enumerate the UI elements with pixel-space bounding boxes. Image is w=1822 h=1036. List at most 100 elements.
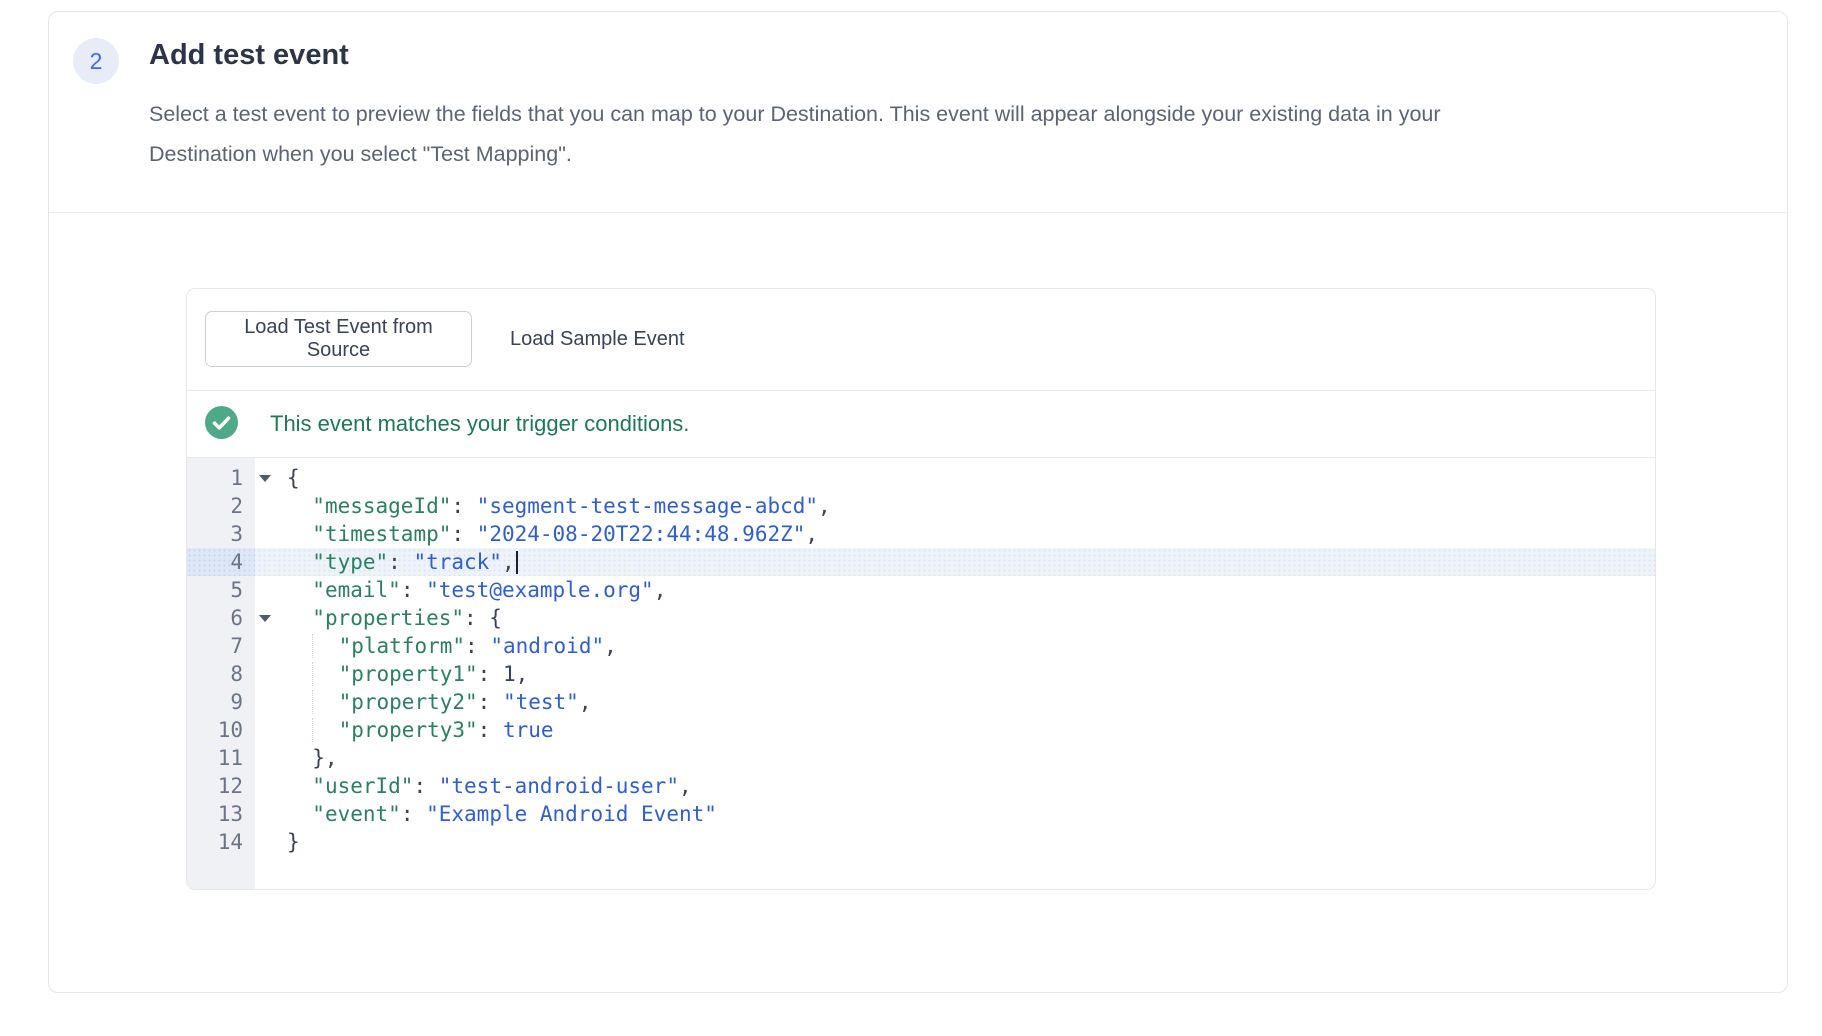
code-token: 1 [503, 662, 516, 686]
line-number: 10 [187, 716, 255, 744]
code-token: , [579, 690, 592, 714]
code-token: : [401, 578, 426, 602]
code-token: , [679, 774, 692, 798]
code-token: , [516, 662, 529, 686]
code-token: "properties" [312, 606, 464, 630]
code-token: "track" [413, 550, 502, 574]
code-token: "userId" [312, 774, 413, 798]
code-token [287, 690, 312, 714]
code-line[interactable]: 6 "properties": { [187, 604, 1655, 632]
code-line[interactable]: 3 "timestamp": "2024-08-20T22:44:48.962Z… [187, 520, 1655, 548]
description-line-2: Destination when you select "Test Mappin… [149, 134, 1441, 174]
code-line[interactable]: 7 "platform": "android", [187, 632, 1655, 660]
code-line[interactable]: 14} [187, 828, 1655, 856]
code-token: , [604, 634, 617, 658]
line-number: 3 [187, 520, 255, 548]
code-token [287, 606, 312, 630]
code-token: "test" [503, 690, 579, 714]
code-token [312, 718, 338, 742]
code-token: true [503, 718, 554, 742]
text-cursor [516, 551, 518, 574]
code-token: { [287, 466, 300, 490]
line-number: 1 [187, 464, 255, 492]
line-number: 4 [187, 548, 255, 576]
line-number: 11 [187, 744, 255, 772]
code-token: "test@example.org" [426, 578, 654, 602]
test-event-panel: Load Test Event from Source Load Sample … [186, 288, 1656, 890]
code-line[interactable]: 4 "type": "track", [187, 548, 1655, 576]
code-token: : [478, 662, 503, 686]
code-token: : { [464, 606, 502, 630]
code-token [312, 634, 338, 658]
step-number-badge: 2 [73, 38, 119, 84]
code-token: "2024-08-20T22:44:48.962Z" [477, 522, 806, 546]
json-code-editor[interactable]: 1{2 "messageId": "segment-test-message-a… [187, 458, 1655, 889]
code-line[interactable]: 1{ [187, 464, 1655, 492]
fold-toggle-icon[interactable] [259, 475, 271, 482]
code-token: "timestamp" [312, 522, 451, 546]
code-token [312, 662, 338, 686]
code-text: "messageId": "segment-test-message-abcd"… [255, 492, 831, 520]
code-token: "test-android-user" [439, 774, 679, 798]
line-number: 8 [187, 660, 255, 688]
line-number: 5 [187, 576, 255, 604]
code-token: : [388, 550, 413, 574]
line-number: 14 [187, 828, 255, 856]
status-message: This event matches your trigger conditio… [270, 391, 689, 457]
code-token: "property1" [339, 662, 478, 686]
code-token: "android" [490, 634, 604, 658]
page-title: Add test event [149, 39, 349, 72]
code-line[interactable]: 5 "email": "test@example.org", [187, 576, 1655, 604]
code-line[interactable]: 12 "userId": "test-android-user", [187, 772, 1655, 800]
code-line[interactable]: 2 "messageId": "segment-test-message-abc… [187, 492, 1655, 520]
code-token [287, 522, 312, 546]
code-line[interactable]: 8 "property1": 1, [187, 660, 1655, 688]
code-text: "type": "track", [255, 548, 518, 576]
line-number: 2 [187, 492, 255, 520]
code-token [287, 578, 312, 602]
code-text: "platform": "android", [255, 632, 617, 660]
add-test-event-card: 2 Add test event Select a test event to … [48, 11, 1788, 993]
line-number: 7 [187, 632, 255, 660]
code-text: } [255, 828, 300, 856]
page-description: Select a test event to preview the field… [149, 94, 1441, 174]
code-line[interactable]: 9 "property2": "test", [187, 688, 1655, 716]
code-token: "event" [312, 802, 401, 826]
code-text: }, [255, 744, 338, 772]
load-sample-event-button[interactable]: Load Sample Event [510, 311, 685, 367]
load-test-event-button[interactable]: Load Test Event from Source [205, 311, 472, 367]
code-line[interactable]: 10 "property3": true [187, 716, 1655, 744]
code-token [287, 494, 312, 518]
line-number: 13 [187, 800, 255, 828]
code-line[interactable]: 11 }, [187, 744, 1655, 772]
code-text: "property3": true [255, 716, 554, 744]
code-token: : [478, 718, 503, 742]
fold-toggle-icon[interactable] [259, 615, 271, 622]
line-number: 12 [187, 772, 255, 800]
code-token: "platform" [339, 634, 465, 658]
code-token: , [502, 550, 515, 574]
code-token: "property3" [339, 718, 478, 742]
code-text: "properties": { [255, 604, 502, 632]
code-line[interactable]: 13 "event": "Example Android Event" [187, 800, 1655, 828]
code-token: "type" [312, 550, 388, 574]
code-token: , [818, 494, 831, 518]
code-token: : [451, 522, 476, 546]
step-number: 2 [90, 48, 103, 75]
code-token: "email" [312, 578, 401, 602]
code-token: } [287, 830, 300, 854]
code-token: : [465, 634, 490, 658]
description-line-1: Select a test event to preview the field… [149, 94, 1441, 134]
code-token [287, 634, 312, 658]
line-number: 6 [187, 604, 255, 632]
code-token [287, 718, 312, 742]
code-token [312, 690, 338, 714]
code-token: }, [287, 746, 338, 770]
code-token: : [451, 494, 476, 518]
code-token [287, 774, 312, 798]
code-token [287, 662, 312, 686]
code-editor-lines: 1{2 "messageId": "segment-test-message-a… [187, 464, 1655, 856]
code-token: : [478, 690, 503, 714]
code-token: "messageId" [312, 494, 451, 518]
trigger-match-status: This event matches your trigger conditio… [187, 391, 1655, 457]
